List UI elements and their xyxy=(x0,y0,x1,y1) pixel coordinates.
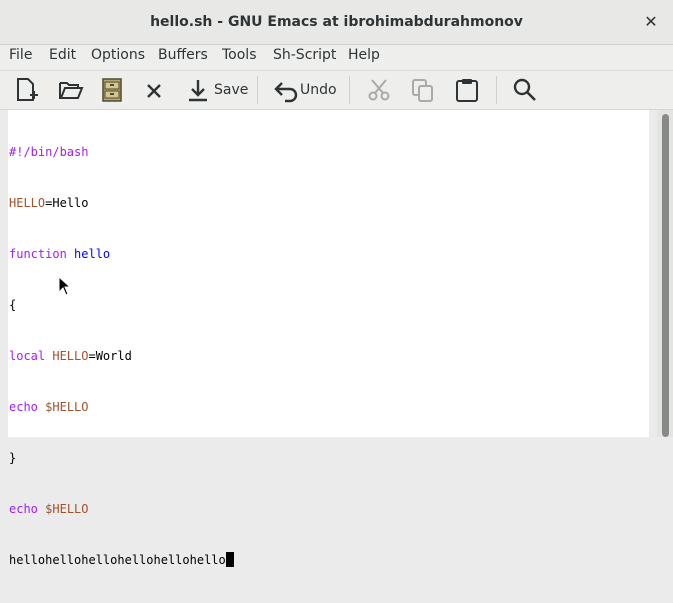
code-line: hellohellohellohellohellohello xyxy=(9,552,234,569)
menu-buffers[interactable]: Buffers xyxy=(158,47,208,63)
shebang: #!/bin/bash xyxy=(9,145,89,159)
title-bar: hello.sh - GNU Emacs at ibrohimabdurahmo… xyxy=(0,0,673,45)
variable-name: HELLO xyxy=(52,349,89,363)
toolbar-separator xyxy=(349,76,350,104)
code-line: HELLO=Hello xyxy=(9,195,234,212)
assignment-value: =World xyxy=(88,349,132,363)
search-icon xyxy=(513,78,536,101)
copy-icon xyxy=(412,79,433,102)
variable-name: HELLO xyxy=(9,196,46,210)
copy-button[interactable] xyxy=(410,75,436,105)
search-button[interactable] xyxy=(512,75,538,105)
menu-edit[interactable]: Edit xyxy=(49,47,76,63)
save-button[interactable]: Save xyxy=(186,75,248,105)
dired-button[interactable] xyxy=(101,75,123,105)
window-title: hello.sh - GNU Emacs at ibrohimabdurahmo… xyxy=(150,14,523,30)
toolbar-separator xyxy=(257,76,258,104)
menu-help[interactable]: Help xyxy=(348,47,380,63)
tool-bar: Save Undo xyxy=(0,71,673,110)
scrollbar-thumb[interactable] xyxy=(662,114,669,437)
new-file-button[interactable] xyxy=(14,75,40,105)
new-file-icon xyxy=(17,78,38,101)
save-label: Save xyxy=(214,82,249,98)
menu-file[interactable]: File xyxy=(9,47,32,63)
cut-button[interactable] xyxy=(366,75,392,105)
open-file-button[interactable] xyxy=(58,75,84,105)
undo-arrow-icon xyxy=(274,82,298,103)
variable-reference: $HELLO xyxy=(45,502,89,516)
code-line: local HELLO=World xyxy=(9,348,234,365)
window-close-button[interactable]: ✕ xyxy=(641,12,661,32)
mouse-pointer-icon xyxy=(58,276,72,296)
open-brace: { xyxy=(9,298,17,312)
assignment-value: =Hello xyxy=(45,196,89,210)
code-line: function hello xyxy=(9,246,234,263)
variable-reference: $HELLO xyxy=(45,400,89,414)
menu-tools[interactable]: Tools xyxy=(222,47,257,63)
close-brace: } xyxy=(9,451,17,465)
buffer-content: #!/bin/bash HELLO=Hello function hello {… xyxy=(9,110,234,603)
paste-icon xyxy=(456,79,478,102)
editor-text-area[interactable]: #!/bin/bash HELLO=Hello function hello {… xyxy=(8,110,649,567)
toolbar-separator xyxy=(496,76,497,104)
keyword: local xyxy=(9,349,46,363)
menu-bar: File Edit Options Buffers Tools Sh-Scrip… xyxy=(0,45,673,71)
menu-sh-script[interactable]: Sh-Script xyxy=(273,47,336,63)
save-arrow-icon xyxy=(189,80,207,102)
code-line: } xyxy=(9,450,234,467)
output-text: hellohellohellohellohellohello xyxy=(9,553,226,567)
keyword: function xyxy=(9,247,67,261)
keyword: echo xyxy=(9,400,38,414)
text-cursor xyxy=(225,552,234,567)
undo-label: Undo xyxy=(300,82,337,98)
close-buffer-icon xyxy=(147,84,161,98)
keyword: echo xyxy=(9,502,38,516)
undo-button[interactable]: Undo xyxy=(273,75,337,105)
cut-icon xyxy=(368,79,390,101)
code-line: { xyxy=(9,297,234,314)
open-folder-icon xyxy=(59,82,84,99)
dired-cabinet-icon xyxy=(102,78,122,102)
function-name: hello xyxy=(74,247,111,261)
code-line: echo $HELLO xyxy=(9,399,234,416)
code-line: #!/bin/bash xyxy=(9,144,234,161)
menu-options[interactable]: Options xyxy=(91,47,145,63)
kill-buffer-button[interactable] xyxy=(144,75,164,105)
code-line: echo $HELLO xyxy=(9,501,234,518)
paste-button[interactable] xyxy=(454,75,480,105)
vertical-scrollbar[interactable] xyxy=(657,110,673,437)
